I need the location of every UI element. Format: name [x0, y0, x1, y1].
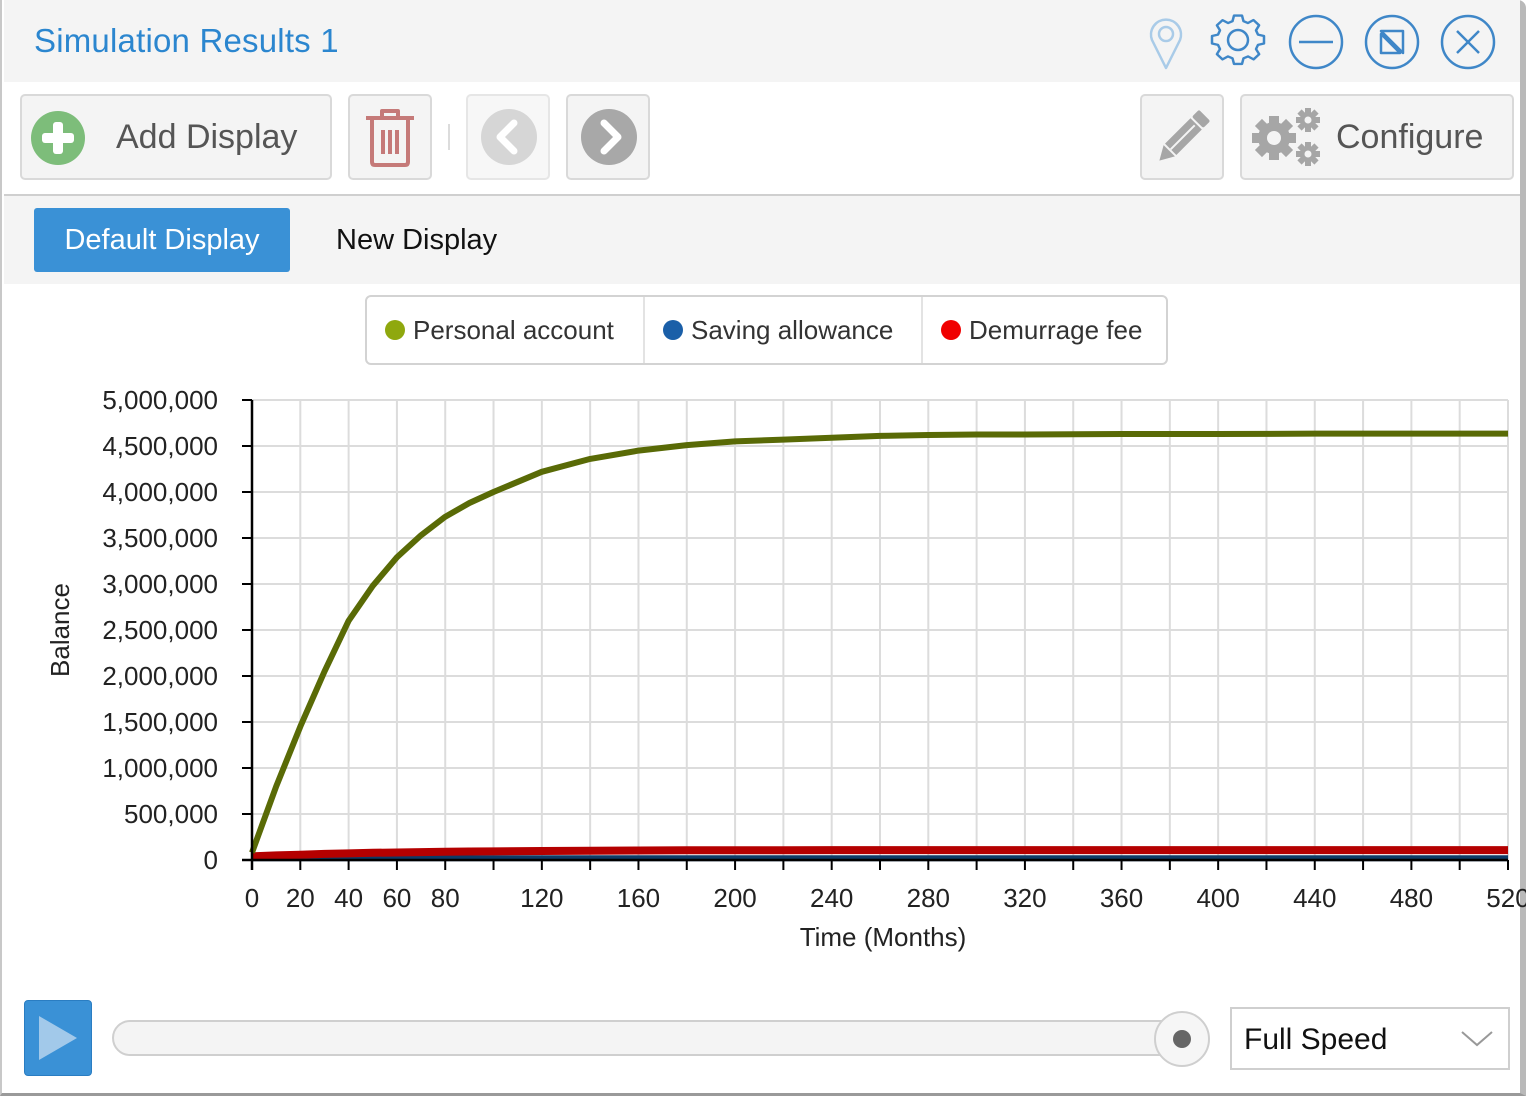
play-icon: [39, 1016, 77, 1060]
y-tick-label: 3,500,000: [102, 523, 218, 553]
balance-chart: 0 20 40 60 80 120 160 200 240 280 320 360 400 440 480 5…: [45, 385, 1526, 952]
y-tick-label: 2,000,000: [102, 661, 218, 691]
toolbar: Add Display Configure: [4, 82, 1520, 196]
plus-circle-icon: [31, 111, 85, 165]
x-tick-label: 160: [617, 883, 660, 913]
legend-label: Personal account: [413, 314, 614, 345]
chart-axes: 0 20 40 60 80 120 160 200 240 280 320 360 400 440 480 5…: [102, 385, 1526, 913]
legend-item-demurrage-fee[interactable]: Demurrage fee: [921, 297, 1166, 363]
legend-dot-personal-account: [385, 320, 405, 340]
x-tick-label: 280: [907, 883, 950, 913]
chevron-right-icon: [581, 109, 637, 165]
tab-new-display[interactable]: New Display: [304, 208, 529, 272]
simulation-results-window: Simulation Results 1 Add Display Configu…: [0, 0, 1526, 1096]
y-tick-label: 1,000,000: [102, 753, 218, 783]
y-tick-label: 500,000: [124, 799, 218, 829]
resize-icon[interactable]: [1364, 14, 1420, 70]
trash-icon: [366, 109, 414, 167]
playback-slider-handle[interactable]: [1154, 1011, 1210, 1067]
add-display-label: Add Display: [116, 118, 298, 156]
y-tick-label: 0: [204, 845, 218, 875]
x-tick-label: 320: [1003, 883, 1046, 913]
x-tick-label: 240: [810, 883, 853, 913]
chart-legend: Personal account Saving allowance Demurr…: [365, 295, 1168, 365]
speed-select-value: Full Speed: [1244, 1023, 1388, 1056]
legend-label: Demurrage fee: [969, 314, 1143, 345]
x-tick-label: 520: [1486, 883, 1526, 913]
delete-display-button[interactable]: [348, 94, 432, 180]
x-tick-label: 0: [245, 883, 259, 913]
edit-button[interactable]: [1140, 94, 1224, 180]
y-tick-label: 3,000,000: [102, 569, 218, 599]
legend-item-personal-account[interactable]: Personal account: [367, 297, 643, 363]
y-tick-label: 1,500,000: [102, 707, 218, 737]
x-tick-label: 200: [713, 883, 756, 913]
legend-dot-demurrage-fee: [941, 320, 961, 340]
playback-slider[interactable]: [112, 1020, 1192, 1056]
x-tick-label: 360: [1100, 883, 1143, 913]
legend-label: Saving allowance: [691, 314, 894, 345]
previous-button[interactable]: [466, 94, 550, 180]
display-tabs: Default Display New Display: [4, 196, 1520, 284]
y-tick-label: 4,000,000: [102, 477, 218, 507]
tab-default-display[interactable]: Default Display: [34, 208, 290, 272]
chart-grid: [252, 399, 1509, 860]
legend-item-saving-allowance[interactable]: Saving allowance: [643, 297, 921, 363]
window-title: Simulation Results 1: [34, 22, 339, 59]
y-tick-label: 2,500,000: [102, 615, 218, 645]
play-button[interactable]: [24, 1000, 92, 1076]
slider-handle-dot: [1173, 1030, 1191, 1048]
close-icon[interactable]: [1440, 14, 1496, 70]
x-tick-label: 480: [1390, 883, 1433, 913]
pin-icon[interactable]: [1138, 14, 1194, 70]
x-tick-label: 60: [382, 883, 411, 913]
configure-label: Configure: [1336, 118, 1484, 156]
pencil-icon: [1159, 110, 1210, 161]
gear-icon[interactable]: [1210, 14, 1266, 70]
y-axis-label: Balance: [45, 583, 75, 677]
playback-controls: Full Speed: [2, 980, 1532, 1096]
gears-icon: [1252, 108, 1320, 166]
configure-button[interactable]: Configure: [1240, 94, 1514, 180]
minimize-icon[interactable]: [1288, 14, 1344, 70]
speed-select[interactable]: Full Speed: [1230, 1007, 1510, 1070]
next-button[interactable]: [566, 94, 650, 180]
x-tick-label: 400: [1196, 883, 1239, 913]
x-tick-label: 20: [286, 883, 315, 913]
x-tick-label: 80: [431, 883, 460, 913]
y-tick-label: 5,000,000: [102, 385, 218, 415]
chevron-left-icon: [481, 109, 537, 165]
x-tick-label: 120: [520, 883, 563, 913]
x-axis-label: Time (Months): [800, 922, 967, 952]
toolbar-separator: [448, 124, 450, 150]
y-tick-label: 4,500,000: [102, 431, 218, 461]
x-tick-label: 440: [1293, 883, 1336, 913]
chevron-down-icon: [1461, 1031, 1493, 1047]
x-tick-label: 40: [334, 883, 363, 913]
legend-dot-saving-allowance: [663, 320, 683, 340]
add-display-button[interactable]: Add Display: [20, 94, 332, 180]
title-bar: Simulation Results 1: [4, 0, 1520, 82]
